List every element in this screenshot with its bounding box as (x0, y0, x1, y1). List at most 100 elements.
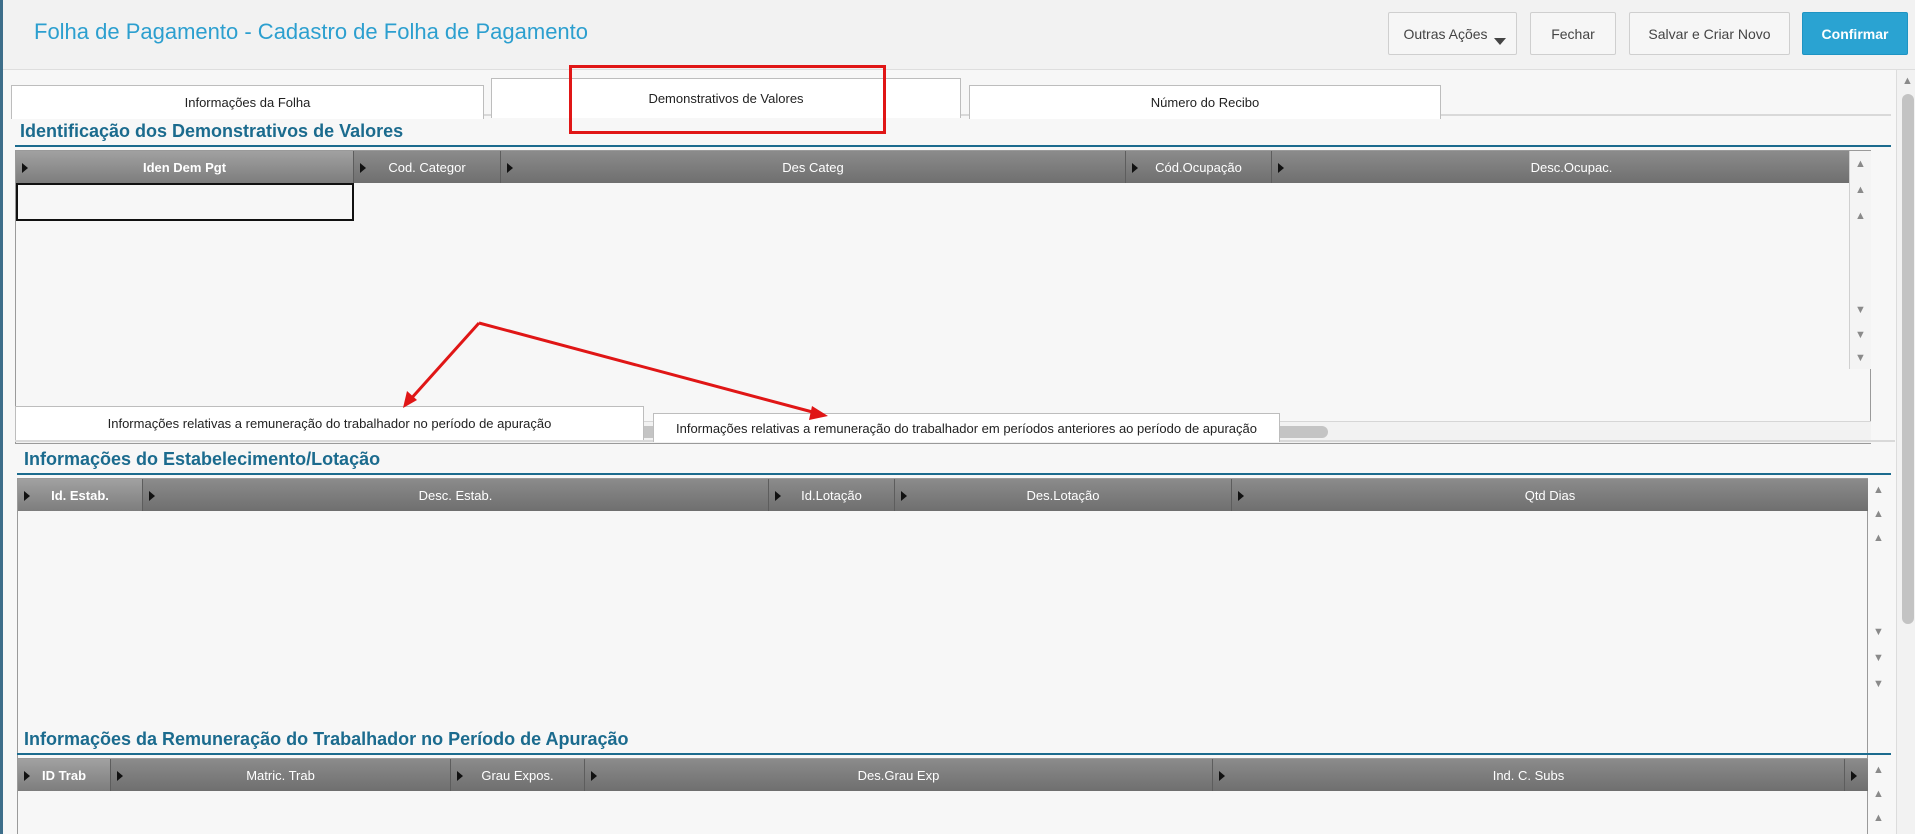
column-label: Des.Lotação (1026, 487, 1100, 503)
triangle-right-icon (149, 491, 155, 501)
column-header[interactable]: Cód.Ocupação (1126, 151, 1272, 183)
column-label: Qtd Dias (1524, 487, 1576, 503)
section-title-remuneracao: Informações da Remuneração do Trabalhado… (24, 729, 629, 749)
arrow-down-icon[interactable]: ▼ (1852, 301, 1869, 319)
close-button[interactable]: Fechar (1530, 12, 1616, 55)
subtab-periodos-anteriores[interactable]: Informações relativas a remuneração do t… (653, 413, 1280, 442)
column-label: ID Trab (41, 767, 87, 783)
triangle-right-icon (1132, 163, 1138, 173)
column-label: Id. Estab. (51, 487, 109, 503)
column-header[interactable]: Id.Lotação (769, 479, 895, 511)
double-down-icon[interactable]: ▼ (1852, 326, 1869, 344)
double-up-icon[interactable]: ▲ (1852, 181, 1869, 199)
triangle-right-icon (507, 163, 513, 173)
column-header[interactable]: Qtd Dias (1232, 479, 1868, 511)
triangle-right-icon (24, 491, 30, 501)
arrow-down-icon[interactable]: ▼ (1870, 623, 1887, 641)
page-scrollbar[interactable]: ▲ (1896, 70, 1915, 834)
column-header[interactable]: Matric. Trab (111, 759, 451, 791)
section-divider (15, 145, 1891, 147)
column-label: Grau Expos. (481, 767, 554, 783)
section-title-demonstrativos: Identificação dos Demonstrativos de Valo… (20, 121, 404, 141)
triangle-right-icon (1278, 163, 1284, 173)
grid-demonstrativos: Iden Dem Pgt Cod. Categor Des Categ Cód.… (15, 150, 1871, 444)
column-header[interactable]: Ind. C. Subs (1213, 759, 1845, 791)
vertical-scrollbar[interactable]: ▲ ▲ ▲ ▼ ▼ ▼ (1868, 477, 1890, 700)
application-window: Folha de Pagamento - Cadastro de Folha d… (0, 0, 1915, 834)
triangle-right-icon (117, 771, 123, 781)
double-down-icon[interactable]: ▼ (1870, 649, 1887, 667)
column-header[interactable]: Desc. Estab. (143, 479, 769, 511)
column-label: Des Categ (782, 159, 844, 175)
column-label: Cod. Categor (388, 159, 466, 175)
tab-numero-recibo[interactable]: Número do Recibo (969, 85, 1441, 119)
column-header[interactable]: Des.Lotação (895, 479, 1232, 511)
grid-header: Id. Estab. Desc. Estab. Id.Lotação Des.L… (18, 479, 1868, 511)
triangle-right-icon (1219, 771, 1225, 781)
arrow-up-icon[interactable]: ▲ (1870, 529, 1887, 547)
other-actions-button[interactable]: Outras Ações (1388, 12, 1517, 55)
annotation-highlight-box (569, 65, 886, 134)
section-title-estabelecimento: Informações do Estabelecimento/Lotação (24, 449, 381, 469)
tab-informacoes-folha[interactable]: Informações da Folha (11, 85, 484, 119)
column-header[interactable]: ID Trab (18, 759, 111, 791)
grid-estabelecimento: Id. Estab. Desc. Estab. Id.Lotação Des.L… (17, 478, 1884, 769)
double-up-icon[interactable]: ▲ (1870, 481, 1887, 499)
double-down-icon[interactable]: ▼ (1870, 675, 1887, 693)
column-header[interactable]: Des.Grau Exp (585, 759, 1213, 791)
triangle-right-icon (901, 491, 907, 501)
page-title: Folha de Pagamento - Cadastro de Folha d… (34, 19, 589, 44)
vertical-scrollbar[interactable]: ▲ ▲ ▲ ▼ ▼ ▼ (1849, 151, 1871, 369)
triangle-right-icon (775, 491, 781, 501)
column-label: Desc. Estab. (418, 487, 493, 503)
column-label: Matric. Trab (246, 767, 315, 783)
column-header[interactable]: Cod. Categor (354, 151, 501, 183)
column-header[interactable]: Des Categ (501, 151, 1126, 183)
double-up-icon[interactable]: ▲ (1852, 155, 1869, 173)
triangle-right-icon (457, 771, 463, 781)
column-label: Iden Dem Pgt (142, 159, 227, 175)
column-label: Desc.Ocupac. (1530, 159, 1613, 175)
column-header[interactable]: Desc.Ocupac. (1272, 151, 1871, 183)
triangle-right-icon (591, 771, 597, 781)
section-divider (17, 473, 1891, 475)
column-label: Cód.Ocupação (1155, 159, 1242, 175)
save-and-new-button[interactable]: Salvar e Criar Novo (1629, 12, 1790, 55)
arrow-up-icon[interactable]: ▲ (1870, 809, 1887, 827)
double-up-icon[interactable]: ▲ (1870, 785, 1887, 803)
triangle-right-icon (24, 771, 30, 781)
triangle-right-icon (22, 163, 28, 173)
tab-label: Informações relativas a remuneração do t… (107, 416, 552, 431)
column-header[interactable]: Grau Expos. (451, 759, 585, 791)
selected-cell[interactable] (16, 183, 354, 221)
other-actions-label: Outras Ações (1403, 25, 1488, 42)
column-label: Des.Grau Exp (857, 767, 940, 783)
scroll-thumb[interactable] (1902, 94, 1914, 624)
subtab-periodo-apuracao[interactable]: Informações relativas a remuneração do t… (15, 406, 644, 440)
arrow-up-icon[interactable]: ▲ (1852, 207, 1869, 225)
grid-header: ID Trab Matric. Trab Grau Expos. Des.Gra… (18, 759, 1868, 791)
triangle-right-icon (1238, 491, 1244, 501)
tab-label: Informações da Folha (184, 95, 311, 110)
column-label: Ind. C. Subs (1492, 767, 1565, 783)
page-header: Folha de Pagamento - Cadastro de Folha d… (3, 0, 1915, 70)
column-header[interactable]: Iden Dem Pgt (16, 151, 354, 183)
grid-remuneracao: ID Trab Matric. Trab Grau Expos. Des.Gra… (17, 758, 1884, 834)
triangle-right-icon (1851, 771, 1857, 781)
arrow-up-icon[interactable]: ▲ (1899, 72, 1915, 90)
form-content: Informações da Folha Demonstrativos de V… (3, 70, 1896, 834)
vertical-scrollbar[interactable]: ▲ ▲ ▲ (1868, 757, 1890, 834)
tab-label: Número do Recibo (1150, 95, 1260, 110)
grid-header: Iden Dem Pgt Cod. Categor Des Categ Cód.… (16, 151, 1871, 183)
double-down-icon[interactable]: ▼ (1852, 349, 1869, 367)
triangle-right-icon (360, 163, 366, 173)
column-label: Id.Lotação (801, 487, 862, 503)
double-up-icon[interactable]: ▲ (1870, 761, 1887, 779)
double-up-icon[interactable]: ▲ (1870, 505, 1887, 523)
tab-label: Informações relativas a remuneração do t… (675, 420, 1257, 436)
column-header[interactable]: Id. Estab. (18, 479, 143, 511)
column-header[interactable] (1845, 759, 1868, 791)
section-divider (17, 753, 1891, 755)
confirm-button[interactable]: Confirmar (1802, 12, 1908, 55)
chevron-down-icon (1494, 38, 1506, 45)
